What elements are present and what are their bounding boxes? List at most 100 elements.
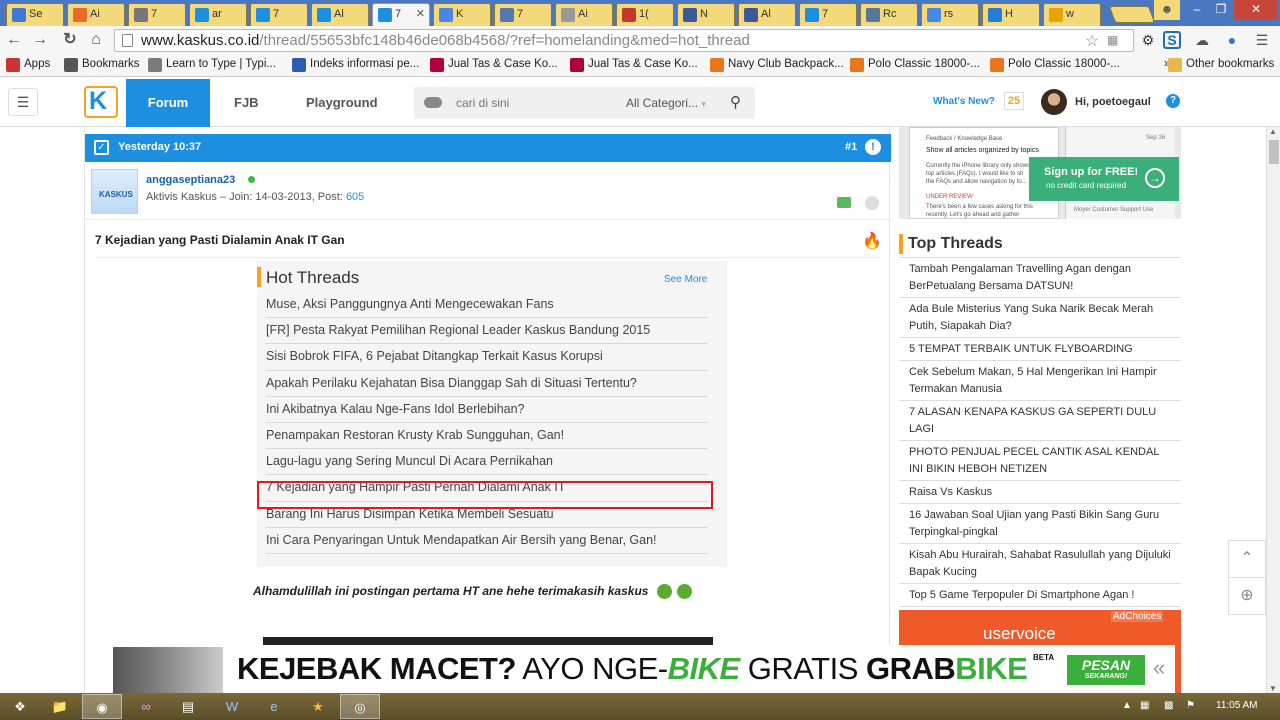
bookmark-item[interactable]: Indeks informasi pe... <box>292 58 419 72</box>
bookmark-item[interactable]: Learn to Type | Typi... <box>148 58 276 72</box>
bookmark-star-icon[interactable]: ☆ <box>1085 31 1099 51</box>
visual-studio-icon[interactable]: ∞ <box>126 694 166 719</box>
avatar[interactable] <box>1041 89 1067 115</box>
notepad-icon[interactable]: ▤ <box>168 694 208 719</box>
bookmark-item[interactable]: Polo Classic 18000-... <box>850 58 980 72</box>
report-icon[interactable]: ! <box>865 139 881 155</box>
user-avatar[interactable]: KASKUS <box>91 169 138 214</box>
bookmark-item[interactable]: Apps <box>6 58 50 72</box>
top-thread-link[interactable]: 5 TEMPAT TERBAIK UNTUK FLYBOARDING <box>899 338 1181 361</box>
translate-icon[interactable]: ▦ <box>1107 33 1118 47</box>
browser-tab[interactable]: 7 <box>799 3 857 26</box>
start-windows-icon[interactable]: ❖ <box>2 694 38 719</box>
browser-tab[interactable]: N <box>677 3 735 26</box>
tray-network-icon[interactable]: ▦ <box>1140 700 1149 711</box>
nav-playground[interactable]: Playground <box>306 79 378 127</box>
signup-button[interactable]: Sign up for FREE! no credit card require… <box>1029 157 1179 201</box>
post-number[interactable]: #1 <box>845 141 857 153</box>
post-count-link[interactable]: 605 <box>346 191 364 203</box>
other-bookmarks[interactable]: Other bookmarks <box>1168 58 1274 72</box>
search-category-select[interactable]: All Categori... ▾ <box>626 96 706 110</box>
browser-tab[interactable]: 7 ✕ <box>372 3 430 26</box>
user-greeting[interactable]: Hi, poetoegaul <box>1075 96 1151 108</box>
top-thread-link[interactable]: Cek Sebelum Makan, 5 Hal Mengerikan Ini … <box>899 361 1181 401</box>
minimize-icon[interactable]: – <box>1184 0 1210 20</box>
bookmark-item[interactable]: Navy Club Backpack... <box>710 58 844 72</box>
bookmark-item[interactable]: Jual Tas & Case Ko... <box>570 58 698 72</box>
reload-icon[interactable]: ↻ <box>60 30 80 50</box>
checkbox-icon[interactable]: ✓ <box>94 140 109 155</box>
user-icon[interactable]: ☻ <box>1154 0 1180 20</box>
browser-tab[interactable]: K <box>433 3 491 26</box>
bottom-banner-ad[interactable]: KEJEBAK MACET? AYO NGE-BIKE GRATIS GRABB… <box>113 645 1175 693</box>
nav-forum[interactable]: Forum <box>126 79 210 127</box>
window-close-icon[interactable]: ✕ <box>1234 0 1278 20</box>
clock[interactable]: 11:05 AM <box>1216 700 1258 711</box>
browser-tab[interactable]: Ai <box>67 3 125 26</box>
kaskus-logo[interactable]: K <box>84 86 118 118</box>
menu-icon[interactable]: ☰ <box>1252 30 1272 50</box>
cloud-icon[interactable]: ☁ <box>1192 30 1212 50</box>
scroll-down-icon[interactable]: ▼ <box>1269 684 1277 693</box>
hot-thread-link[interactable]: Ini Akibatnya Kalau Nge-Fans Idol Berleb… <box>266 397 708 423</box>
more-options-icon[interactable] <box>865 196 879 210</box>
scroll-top-button[interactable]: ⌃ <box>1228 540 1266 578</box>
search-input[interactable] <box>456 93 606 113</box>
add-button[interactable]: ⊕ <box>1228 577 1266 615</box>
username-link[interactable]: anggaseptiana23 <box>146 174 235 186</box>
top-thread-link[interactable]: 16 Jawaban Soal Ujian yang Pasti Bikin S… <box>899 504 1181 544</box>
top-thread-link[interactable]: PHOTO PENJUAL PECEL CANTIK ASAL KENDAL I… <box>899 441 1181 481</box>
extension-s-icon[interactable]: S <box>1163 31 1181 49</box>
media-app-icon[interactable]: ◎ <box>340 694 380 719</box>
nav-fjb[interactable]: FJB <box>234 79 259 127</box>
top-thread-link[interactable]: Raisa Vs Kaskus <box>899 481 1181 504</box>
back-icon[interactable]: ← <box>4 30 24 50</box>
top-thread-link[interactable]: Tambah Pengalaman Travelling Agan dengan… <box>899 258 1181 298</box>
browser-tab[interactable]: 1( <box>616 3 674 26</box>
hot-thread-link[interactable]: Ini Cara Penyaringan Untuk Mendapatkan A… <box>266 528 708 554</box>
top-thread-link[interactable]: Kisah Abu Hurairah, Sahabat Rasulullah y… <box>899 544 1181 584</box>
browser-tab[interactable]: Al <box>738 3 796 26</box>
collapse-icon[interactable]: « <box>1153 655 1165 681</box>
bookmarks-more[interactable]: » <box>1146 58 1170 70</box>
internet-explorer-icon[interactable]: e <box>254 694 294 719</box>
new-tab-button[interactable] <box>1108 6 1156 23</box>
maximize-icon[interactable]: ❐ <box>1208 0 1234 20</box>
browser-tab[interactable]: 7 <box>128 3 186 26</box>
browser-tab[interactable]: Rc <box>860 3 918 26</box>
hot-thread-link[interactable]: Sisi Bobrok FIFA, 6 Pejabat Ditangkap Te… <box>266 344 708 371</box>
tray-arrow-icon[interactable]: ▲ <box>1122 700 1132 711</box>
reputation-icon[interactable] <box>837 197 851 208</box>
see-more-link[interactable]: See More <box>664 274 707 285</box>
address-bar[interactable]: www.kaskus.co.id/thread/55653bfc148b46de… <box>114 29 1134 52</box>
tray-flag-icon[interactable]: ⚑ <box>1186 700 1195 711</box>
top-thread-link[interactable]: 7 ALASAN KENAPA KASKUS GA SEPERTI DULU L… <box>899 401 1181 441</box>
file-explorer-icon[interactable]: 📁 <box>40 694 80 719</box>
banner-cta-button[interactable]: PESAN SEKARANG! <box>1067 655 1145 685</box>
browser-tab[interactable]: rs <box>921 3 979 26</box>
search-icon[interactable]: ⚲ <box>730 93 741 111</box>
browser-tab[interactable]: 7 <box>494 3 552 26</box>
chrome-icon[interactable]: ◉ <box>82 694 122 719</box>
hot-thread-link[interactable]: Muse, Aksi Panggungnya Anti Mengecewakan… <box>266 292 708 319</box>
scrollbar-thumb[interactable] <box>1269 140 1279 164</box>
hamburger-menu-icon[interactable]: ☰ <box>8 88 38 116</box>
forward-icon[interactable]: → <box>30 30 50 50</box>
browser-tab[interactable]: 7 <box>250 3 308 26</box>
browser-tab[interactable]: H <box>982 3 1040 26</box>
bookmark-item[interactable]: Bookmarks <box>64 58 140 72</box>
browser-tab[interactable]: w <box>1043 3 1101 26</box>
app-icon[interactable]: ★ <box>298 694 338 719</box>
hot-thread-link[interactable]: Apakah Perilaku Kejahatan Bisa Dianggap … <box>266 371 708 397</box>
bookmark-item[interactable]: Polo Classic 18000-... <box>990 58 1120 72</box>
bookmark-item[interactable]: Jual Tas & Case Ko... <box>430 58 558 72</box>
tray-signal-icon[interactable]: ▩ <box>1164 700 1173 711</box>
browser-tab[interactable]: Ai <box>555 3 613 26</box>
adchoices-label[interactable]: AdChoices <box>1111 611 1164 622</box>
browser-tab[interactable]: ar <box>189 3 247 26</box>
word-icon[interactable]: W <box>212 694 252 719</box>
page-scrollbar[interactable]: ▲ ▼ <box>1266 127 1280 693</box>
hot-thread-link[interactable]: Penampakan Restoran Krusty Krab Sungguha… <box>266 423 708 450</box>
browser-tab[interactable]: Se <box>6 3 64 26</box>
scroll-up-icon[interactable]: ▲ <box>1269 127 1277 136</box>
